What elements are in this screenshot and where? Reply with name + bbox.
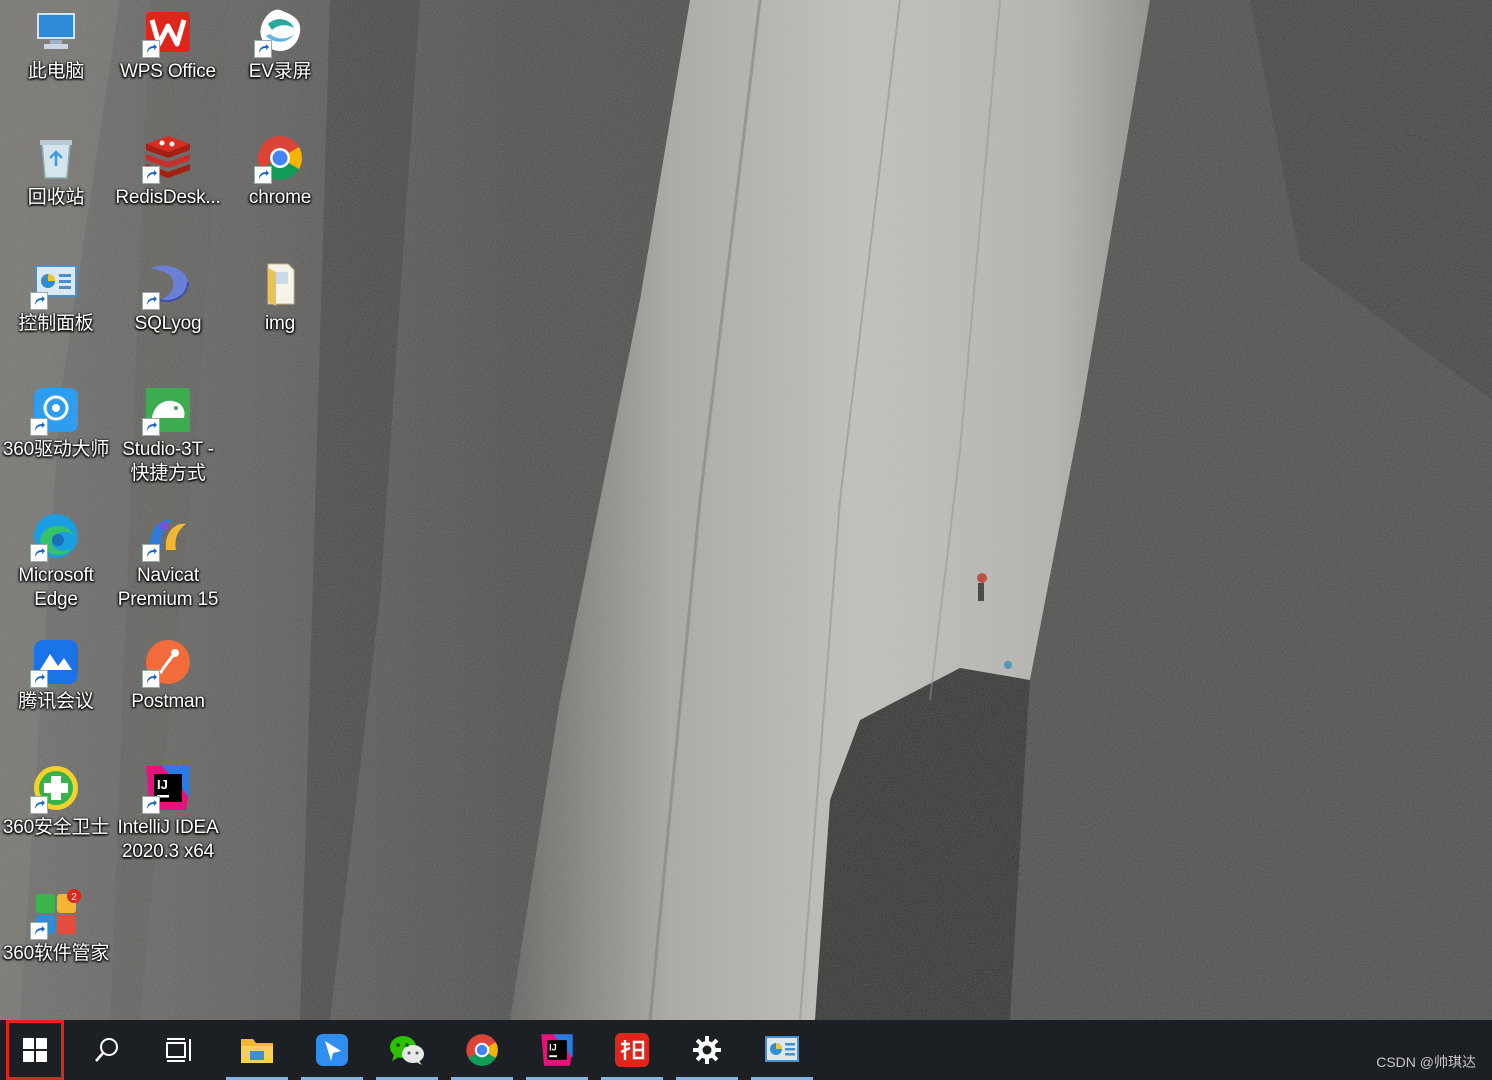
navicat-icon xyxy=(142,510,194,562)
tencent-meeting-icon xyxy=(30,636,82,688)
desktop-icon-studio-3t[interactable]: Studio-3T - 快捷方式 xyxy=(112,378,224,496)
shortcut-arrow-icon xyxy=(30,544,48,562)
shortcut-arrow-icon xyxy=(30,670,48,688)
youdao-icon xyxy=(615,1033,649,1067)
desktop-icon-driver-master[interactable]: 360驱动大师 xyxy=(0,378,112,496)
folder-icon xyxy=(241,1039,273,1063)
shortcut-arrow-icon xyxy=(142,796,160,814)
desktop-icon-navicat[interactable]: Navicat Premium 15 xyxy=(112,504,224,622)
windows-start-icon xyxy=(23,1038,47,1062)
taskbar-app-file-explorer[interactable] xyxy=(226,1020,288,1080)
desktop-icon-recycle-bin[interactable]: 回收站 xyxy=(0,126,112,244)
studio-3t-icon xyxy=(142,384,194,436)
search-icon xyxy=(95,1038,118,1062)
desktop-icon-label: 回收站 xyxy=(27,187,85,208)
desktop-icon-label: Microsoft Edge xyxy=(18,565,94,610)
svg-text:IJ: IJ xyxy=(549,1043,557,1053)
control-panel-icon xyxy=(765,1036,799,1062)
svg-text:2: 2 xyxy=(71,892,77,903)
intellij-icon: IJ xyxy=(541,1034,573,1066)
desktop-icon-label: 控制面板 xyxy=(18,313,94,334)
desktop-icon-label: 360软件管家 xyxy=(2,943,110,964)
taskbar: IJ xyxy=(0,1020,1492,1080)
desktop-icon-label: RedisDesk... xyxy=(115,187,221,208)
taskbar-app-settings[interactable] xyxy=(676,1020,738,1080)
desktop-icon-img-folder[interactable]: img xyxy=(224,252,336,370)
desktop-icon-label: IntelliJ IDEA 2020.3 x64 xyxy=(117,817,219,862)
360-software-manager-icon: 2 xyxy=(30,888,82,940)
wechat-icon xyxy=(390,1036,424,1065)
edge-icon xyxy=(30,510,82,562)
postman-icon xyxy=(142,636,194,688)
start-button[interactable] xyxy=(6,1020,64,1080)
desktop-icon-sqlyog[interactable]: SQLyog xyxy=(112,252,224,370)
desktop-icon-intellij[interactable]: IJ IntelliJ IDEA 2020.3 x64 xyxy=(112,756,224,874)
desktop-icon-label: WPS Office xyxy=(120,61,216,82)
desktop-icon-postman[interactable]: Postman xyxy=(112,630,224,748)
shortcut-arrow-icon xyxy=(254,40,272,58)
desktop-icon-label: EV录屏 xyxy=(248,61,312,82)
desktop-icon-label: img xyxy=(264,313,295,334)
desktop-icon-wps-office[interactable]: WPS Office xyxy=(112,0,224,118)
redis-desktop-icon xyxy=(142,132,194,184)
chrome-icon xyxy=(254,132,306,184)
gear-icon xyxy=(693,1036,721,1064)
desktop-icon-label: 360驱动大师 xyxy=(2,439,110,460)
shortcut-arrow-icon xyxy=(142,544,160,562)
desktop-icon-microsoft-edge[interactable]: Microsoft Edge xyxy=(0,504,112,622)
desktop-icon-360-software-manager[interactable]: 2 360软件管家 xyxy=(0,882,112,1000)
desktop-icon-chrome[interactable]: chrome xyxy=(224,126,336,244)
desktop-icon-ev-recorder[interactable]: EV录屏 xyxy=(224,0,336,118)
desktop-icon-redis-desktop[interactable]: RedisDesk... xyxy=(112,126,224,244)
desktop-icon-label: 腾讯会议 xyxy=(18,691,94,712)
svg-text:IJ: IJ xyxy=(157,777,168,792)
desktop-icon-360-security[interactable]: 360安全卫士 xyxy=(0,756,112,874)
ev-recorder-icon xyxy=(254,6,306,58)
desktop-icon-label: Postman xyxy=(131,691,205,712)
taskbar-app-intellij[interactable]: IJ xyxy=(526,1020,588,1080)
chrome-icon xyxy=(466,1034,498,1066)
shortcut-arrow-icon xyxy=(142,166,160,184)
shortcut-arrow-icon xyxy=(30,418,48,436)
shortcut-arrow-icon xyxy=(142,292,160,310)
task-view-icon xyxy=(166,1038,191,1062)
this-pc-icon xyxy=(30,6,82,58)
sqlyog-icon xyxy=(142,258,194,310)
taskbar-search-button[interactable] xyxy=(76,1020,138,1080)
taskbar-app-feishu[interactable] xyxy=(301,1020,363,1080)
watermark: CSDN @帅琪达 xyxy=(1376,1054,1476,1070)
driver-master-icon xyxy=(30,384,82,436)
feishu-icon xyxy=(316,1034,348,1066)
shortcut-arrow-icon xyxy=(254,166,272,184)
shortcut-arrow-icon xyxy=(142,40,160,58)
intellij-icon: IJ xyxy=(142,762,194,814)
taskbar-app-youdao[interactable] xyxy=(601,1020,663,1080)
shortcut-arrow-icon xyxy=(142,418,160,436)
recycle-bin-icon xyxy=(30,132,82,184)
desktop-icon-label: Studio-3T - 快捷方式 xyxy=(122,439,214,484)
desktop-icon-label: chrome xyxy=(248,187,312,208)
taskbar-app-wechat[interactable] xyxy=(376,1020,438,1080)
shortcut-arrow-icon xyxy=(30,292,48,310)
shortcut-arrow-icon xyxy=(30,922,48,940)
desktop-icon-label: Navicat Premium 15 xyxy=(117,565,219,610)
shortcut-arrow-icon xyxy=(30,796,48,814)
desktop-icon-this-pc[interactable]: 此电脑 xyxy=(0,0,112,118)
taskbar-app-chrome[interactable] xyxy=(451,1020,513,1080)
desktop-icon-label: 此电脑 xyxy=(27,61,85,82)
control-panel-icon xyxy=(30,258,82,310)
desktop-icon-tencent-meeting[interactable]: 腾讯会议 xyxy=(0,630,112,748)
desktop-icon-control-panel[interactable]: 控制面板 xyxy=(0,252,112,370)
desktop-icons: 此电脑 回收站 控制面板 360驱动大师 Microsoft Edge 腾讯会议… xyxy=(0,0,340,1020)
desktop-icon-label: SQLyog xyxy=(134,313,202,334)
shortcut-arrow-icon xyxy=(142,670,160,688)
desktop-icon-label: 360安全卫士 xyxy=(2,817,110,838)
360-security-icon xyxy=(30,762,82,814)
wps-office-icon xyxy=(142,6,194,58)
taskbar-task-view-button[interactable] xyxy=(149,1020,211,1080)
folder-icon xyxy=(254,258,306,310)
taskbar-app-control-panel[interactable] xyxy=(751,1020,813,1080)
